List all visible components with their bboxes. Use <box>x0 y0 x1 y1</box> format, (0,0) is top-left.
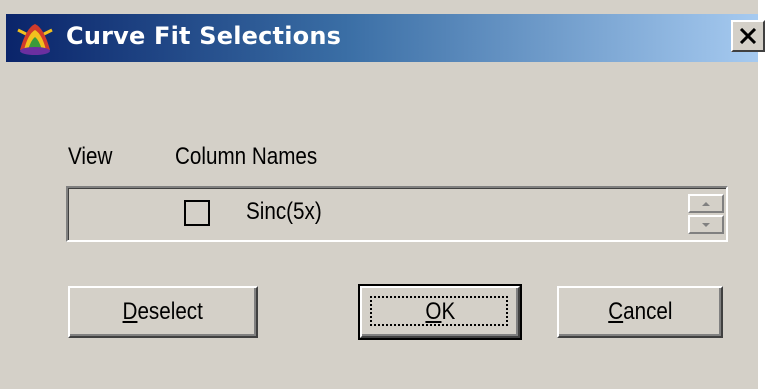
deselect-label: eselect <box>137 298 204 325</box>
list-spinner[interactable] <box>688 194 724 234</box>
close-button[interactable] <box>731 20 765 52</box>
cancel-label: ancel <box>622 298 673 325</box>
scroll-down-button[interactable] <box>688 215 724 234</box>
column-names-label: Column Names <box>175 143 318 170</box>
deselect-button[interactable]: Deselect <box>68 286 258 338</box>
deselect-mnemonic: D <box>122 298 138 325</box>
ok-mnemonic: O <box>425 298 442 325</box>
view-checkbox[interactable] <box>184 200 210 226</box>
curve-fit-dialog: Curve Fit Selections View Column Names S… <box>0 0 765 389</box>
cancel-button[interactable]: Cancel <box>557 286 723 338</box>
cancel-mnemonic: C <box>607 298 623 325</box>
arrow-down-icon <box>702 222 710 227</box>
title-bar[interactable]: Curve Fit Selections <box>6 14 765 62</box>
column-list: Sinc(5x) <box>66 186 728 242</box>
arrow-up-icon <box>702 201 710 206</box>
window-title: Curve Fit Selections <box>66 22 342 50</box>
scroll-up-button[interactable] <box>688 194 724 213</box>
ok-label: K <box>441 298 455 325</box>
app-logo-icon <box>17 24 53 55</box>
column-name: Sinc(5x) <box>246 198 322 225</box>
close-icon <box>739 28 757 44</box>
view-label: View <box>68 143 113 170</box>
ok-button[interactable]: OK <box>358 284 522 340</box>
